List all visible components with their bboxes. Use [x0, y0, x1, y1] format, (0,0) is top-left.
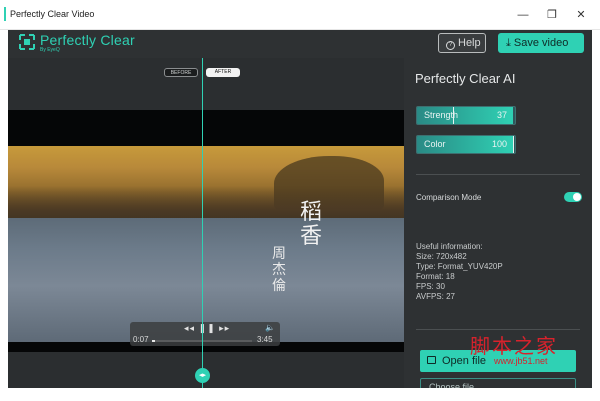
- before-tag: BEFORE: [164, 68, 198, 77]
- info-size: Size: 720x482: [416, 252, 467, 261]
- title-bar: Perfectly Clear Video — ❐ ✕: [0, 0, 600, 30]
- open-file-label: Open file: [442, 355, 487, 367]
- info-type: Type: Format_YUV420P: [416, 262, 503, 271]
- panel-title: Perfectly Clear AI: [415, 71, 516, 86]
- video-preview[interactable]: 稻香 周杰倫 BEFORE AFTER ◂◂ ❚❚ ▸▸ 🔈 0:07 3:45…: [8, 58, 404, 388]
- comparison-mode-toggle[interactable]: [564, 192, 582, 202]
- logo-icon: [19, 34, 35, 50]
- color-slider-marker[interactable]: [513, 136, 515, 153]
- open-file-button[interactable]: Open file: [420, 350, 576, 372]
- comparison-mode-label: Comparison Mode: [416, 193, 482, 202]
- window-bottom: [0, 388, 600, 401]
- window-title: Perfectly Clear Video: [3, 7, 95, 21]
- color-slider[interactable]: Color 100: [416, 135, 516, 154]
- color-value: 100: [491, 139, 507, 149]
- app-header: Perfectly Clear By EyeQ ? Help ⤓ Save vid…: [8, 30, 592, 58]
- help-label: Help: [458, 37, 481, 49]
- divider: [416, 329, 580, 330]
- camera-icon: [427, 356, 436, 364]
- logo-text: Perfectly Clear: [40, 32, 135, 48]
- total-time: 3:45: [257, 335, 273, 344]
- help-button[interactable]: ? Help: [438, 33, 486, 53]
- info-title: Useful information:: [416, 242, 483, 251]
- current-time: 0:07: [133, 335, 149, 344]
- restore-button[interactable]: ❐: [537, 6, 567, 24]
- after-tag: AFTER: [206, 68, 240, 77]
- strength-label: Strength: [424, 110, 459, 120]
- volume-icon[interactable]: 🔈: [265, 323, 275, 332]
- help-icon: ?: [446, 41, 455, 50]
- strength-value: 37: [496, 110, 507, 120]
- save-video-button[interactable]: ⤓ Save video: [498, 33, 584, 53]
- settings-panel: Perfectly Clear AI Strength 37 Color 100…: [404, 58, 592, 396]
- video-frame: 稻香 周杰倫: [8, 146, 404, 342]
- minimize-button[interactable]: —: [508, 6, 538, 24]
- comparison-split-line[interactable]: [202, 58, 203, 388]
- close-button[interactable]: ✕: [566, 6, 596, 24]
- info-fps: FPS: 30: [416, 282, 445, 291]
- logo-subtitle: By EyeQ: [40, 47, 60, 53]
- seek-bar-fill: [152, 340, 155, 342]
- strength-slider[interactable]: Strength 37: [416, 106, 516, 125]
- useful-information: Useful information: Size: 720x482 Type: …: [416, 242, 503, 302]
- split-handle-icon[interactable]: ◂▸: [195, 368, 210, 383]
- video-subtitle-name: 周杰倫: [272, 246, 286, 294]
- color-label: Color: [424, 139, 446, 149]
- info-format: Format: 18: [416, 272, 455, 281]
- playback-controls: ◂◂ ❚❚ ▸▸ 🔈 0:07 3:45: [130, 322, 280, 346]
- info-avfps: AVFPS: 27: [416, 292, 455, 301]
- video-subtitle-title: 稻香: [299, 200, 322, 249]
- transport-buttons[interactable]: ◂◂ ❚❚ ▸▸: [184, 323, 230, 334]
- divider: [416, 174, 580, 175]
